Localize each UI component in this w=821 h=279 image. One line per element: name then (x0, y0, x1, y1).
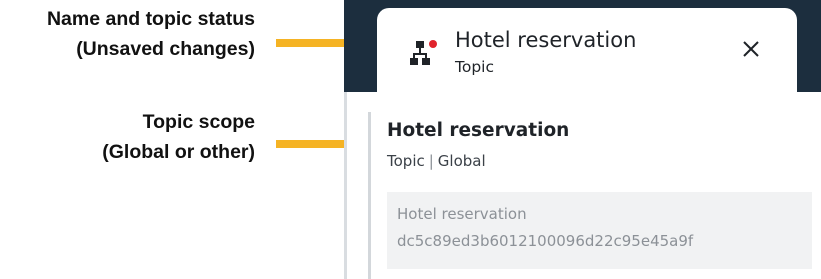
topic-scope: Topic | Global (387, 152, 486, 170)
unsaved-changes-dot (429, 40, 437, 48)
topic-id-box: Hotel reservation dc5c89ed3b6012100096d2… (387, 192, 812, 269)
topic-scope-value: Global (437, 152, 486, 170)
tab-subtitle: Topic (455, 58, 494, 76)
topic-tree-icon (410, 40, 437, 65)
tab-title: Hotel reservation (455, 28, 637, 52)
annotation-name-status: Name and topic status (Unsaved changes) (47, 4, 255, 64)
annotation-topic-scope-line1: Topic scope (142, 111, 255, 133)
topic-type: Topic (387, 152, 425, 170)
annotation-name-status-line2: (Unsaved changes) (76, 38, 255, 60)
annotation-topic-scope: Topic scope (Global or other) (102, 107, 255, 167)
topic-name: Hotel reservation (387, 120, 570, 141)
topic-details: Hotel reservation Topic | Global Hotel res… (368, 112, 821, 279)
close-icon[interactable] (738, 36, 764, 62)
annotation-name-status-line1: Name and topic status (46, 8, 255, 30)
topic-sys-id: dc5c89ed3b6012100096d22c95e45a9f (397, 232, 694, 250)
scope-separator: | (428, 152, 434, 170)
topic-id-name: Hotel reservation (397, 205, 527, 223)
topic-tab[interactable]: Hotel reservation Topic (377, 8, 797, 98)
annotation-topic-scope-line2: (Global or other) (102, 141, 255, 163)
panel-divider (344, 92, 347, 279)
